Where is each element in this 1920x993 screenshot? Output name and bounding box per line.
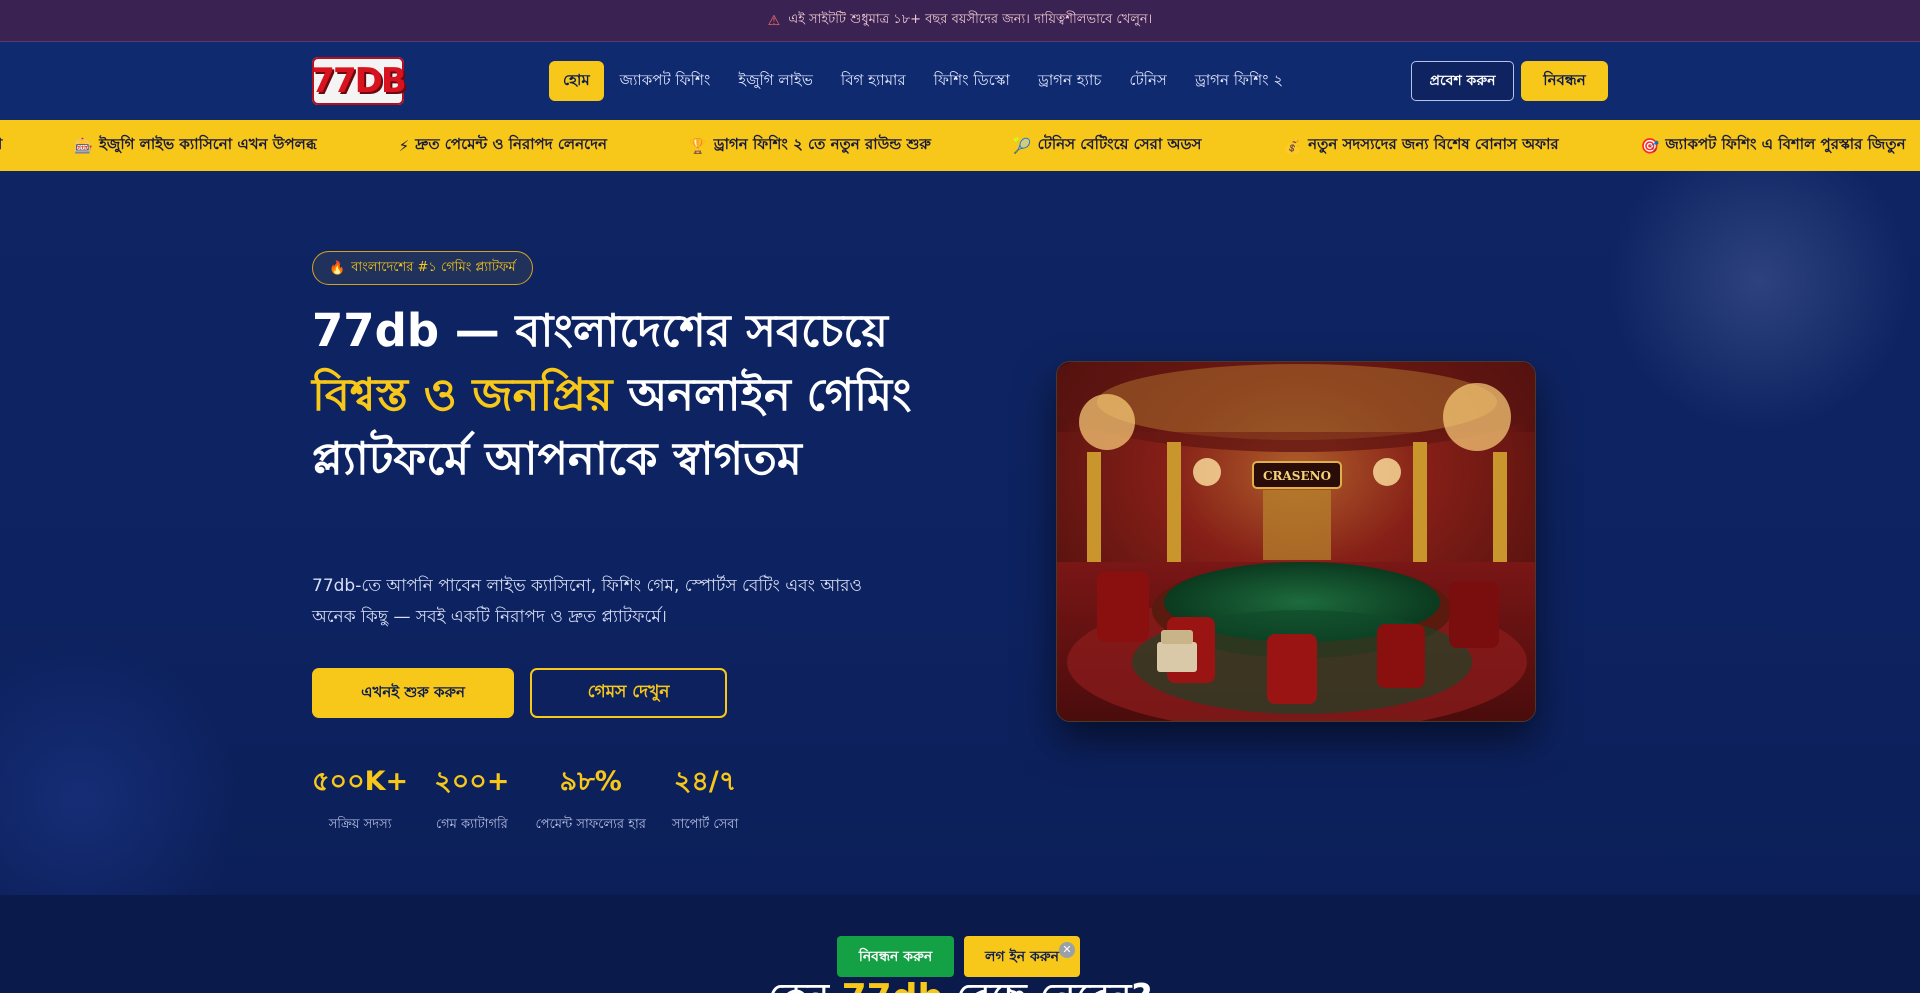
site-header: 77DB হোম জ্যাকপট ফিশিং ইজুগি লাইভ বিগ হ্… bbox=[0, 42, 1920, 120]
lightning-icon: ⚡ bbox=[398, 136, 410, 155]
ticker-item: 🎰 ইজুগি লাইভ ক্যাসিনো এখন উপলব্ধ bbox=[74, 133, 316, 158]
hero-section: 🔥 বাংলাদেশের #১ গেমিং প্ল্যাটফর্ম 77db —… bbox=[0, 171, 1920, 895]
ticker-track: া 🎰 ইজুগি লাইভ ক্যাসিনো এখন উপলব্ধ ⚡ দ্র… bbox=[0, 120, 1920, 171]
view-games-button[interactable]: গেমস দেখুন bbox=[530, 668, 727, 718]
ticker-item: া bbox=[0, 133, 2, 158]
stat-value: ২০০+ bbox=[434, 766, 510, 797]
nav-item-home[interactable]: হোম bbox=[549, 61, 604, 101]
hero-title: 77db — বাংলাদেশের সবচেয়ে বিশ্বস্ত ও জনপ… bbox=[312, 299, 932, 491]
slot-machine-icon: 🎰 bbox=[74, 136, 94, 155]
register-button[interactable]: নিবন্ধন bbox=[1521, 61, 1608, 101]
main-nav: হোম জ্যাকপট ফিশিং ইজুগি লাইভ বিগ হ্যামার… bbox=[549, 61, 1297, 101]
why-title-part2: বেছে নেবেন? bbox=[956, 977, 1152, 993]
nav-item-big-hammer[interactable]: বিগ হ্যামার bbox=[827, 61, 920, 101]
trophy-icon: 🏆 bbox=[688, 136, 708, 155]
stat-members: ৫০০K+ সক্রিয় সদস্য bbox=[312, 761, 408, 836]
hero-title-highlight: বিশ্বস্ত ও জনপ্রিয় bbox=[312, 368, 613, 421]
stat-label: সক্রিয় সদস্য bbox=[328, 817, 392, 832]
close-icon[interactable]: ✕ bbox=[1059, 942, 1075, 958]
news-ticker: া 🎰 ইজুগি লাইভ ক্যাসিনো এখন উপলব্ধ ⚡ দ্র… bbox=[0, 120, 1920, 171]
platform-badge: 🔥 বাংলাদেশের #১ গেমিং প্ল্যাটফর্ম bbox=[312, 251, 533, 285]
stat-value: ৫০০K+ bbox=[312, 766, 409, 797]
floating-action-bar: নিবন্ধন করুন লগ ইন করুন ✕ bbox=[837, 936, 1080, 977]
fire-icon: 🔥 bbox=[329, 260, 346, 276]
stat-label: গেম ক্যাটাগরি bbox=[435, 817, 508, 832]
stat-support: ২৪/৭ সাপোর্ট সেবা bbox=[672, 761, 738, 836]
ticker-item: 🎯 জ্যাকপট ফিশিং এ বিশাল পুরস্কার জিতুন bbox=[1641, 133, 1906, 158]
why-title-part1: কেন bbox=[768, 977, 829, 993]
stats-row: ৫০০K+ সক্রিয় সদস্য ২০০+ গেম ক্যাটাগরি ৯… bbox=[312, 761, 764, 836]
ticker-text: ইজুগি লাইভ ক্যাসিনো এখন উপলব্ধ bbox=[99, 135, 317, 153]
nav-item-dragon-hatch[interactable]: ড্রাগন হ্যাচ bbox=[1024, 61, 1116, 101]
casino-illustration: CRASENO bbox=[1057, 362, 1535, 721]
stat-value: ৯৮% bbox=[559, 766, 622, 797]
stat-label: পেমেন্ট সাফল্যের হার bbox=[535, 817, 646, 832]
badge-text: বাংলাদেশের #১ গেমিং প্ল্যাটফর্ম bbox=[351, 259, 516, 275]
nav-item-tennis[interactable]: টেনিস bbox=[1115, 61, 1180, 101]
tennis-icon: 🎾 bbox=[1012, 136, 1032, 155]
hero-title-part1: 77db — বাংলাদেশের সবচেয়ে bbox=[312, 304, 889, 357]
logo-text: 77DB bbox=[311, 61, 406, 101]
warning-icon: ⚠ bbox=[767, 12, 781, 29]
ticker-text: টেনিস বেটিংয়ে সেরা অডস bbox=[1037, 135, 1202, 153]
money-bag-icon: 💰 bbox=[1283, 136, 1303, 155]
age-warning-bar: ⚠ এই সাইটটি শুধুমাত্র ১৮+ বছর বয়সীদের জ… bbox=[0, 0, 1920, 42]
floating-login-label: লগ ইন করুন bbox=[985, 948, 1059, 965]
stat-label: সাপোর্ট সেবা bbox=[671, 817, 739, 832]
stat-categories: ২০০+ গেম ক্যাটাগরি bbox=[434, 761, 509, 836]
ticker-item: 💰 নতুন সদস্যদের জন্য বিশেষ বোনাস অফার bbox=[1283, 133, 1558, 158]
ticker-item: ⚡ দ্রুত পেমেন্ট ও নিরাপদ লেনদেন bbox=[399, 133, 607, 158]
nav-item-ezugi-live[interactable]: ইজুগি লাইভ bbox=[724, 61, 827, 101]
target-icon: 🎯 bbox=[1640, 136, 1660, 155]
ticker-text: জ্যাকপট ফিশিং এ বিশাল পুরস্কার জিতুন bbox=[1665, 135, 1906, 153]
age-warning-text: এই সাইটটি শুধুমাত্র ১৮+ বছর বয়সীদের জন্… bbox=[788, 12, 1153, 27]
nav-item-dragon-fishing-2[interactable]: ড্রাগন ফিশিং ২ bbox=[1181, 61, 1297, 101]
ticker-item: 🏆 ড্রাগন ফিশিং ২ তে নতুন রাউন্ড শুরু bbox=[689, 133, 931, 158]
logo[interactable]: 77DB bbox=[311, 57, 407, 105]
floating-register-button[interactable]: নিবন্ধন করুন bbox=[837, 936, 954, 977]
stat-payment-success: ৯৮% পেমেন্ট সাফল্যের হার bbox=[535, 761, 645, 836]
stat-value: ২৪/৭ bbox=[673, 766, 737, 797]
floating-login-button[interactable]: লগ ইন করুন ✕ bbox=[964, 936, 1080, 977]
hero-description: 77db-তে আপনি পাবেন লাইভ ক্যাসিনো, ফিশিং … bbox=[312, 576, 863, 627]
login-button[interactable]: প্রবেশ করুন bbox=[1411, 61, 1514, 101]
ticker-text: নতুন সদস্যদের জন্য বিশেষ বোনাস অফার bbox=[1308, 135, 1559, 153]
ticker-text: ড্রাগন ফিশিং ২ তে নতুন রাউন্ড শুরু bbox=[713, 135, 931, 153]
ticker-item: 🎾 টেনিস বেটিংয়ে সেরা অডস bbox=[1013, 133, 1202, 158]
nav-item-fishing-disco[interactable]: ফিশিং ডিস্কো bbox=[920, 61, 1024, 101]
why-title-highlight: 77db bbox=[842, 977, 944, 993]
nav-item-jackpot-fishing[interactable]: জ্যাকপট ফিশিং bbox=[606, 61, 725, 101]
casino-sign-text: CRASENO bbox=[1263, 469, 1331, 483]
ticker-text: দ্রুত পেমেন্ট ও নিরাপদ লেনদেন bbox=[415, 135, 607, 153]
casino-hero-image: CRASENO bbox=[1056, 361, 1536, 722]
start-now-button[interactable]: এখনই শুরু করুন bbox=[312, 668, 514, 718]
